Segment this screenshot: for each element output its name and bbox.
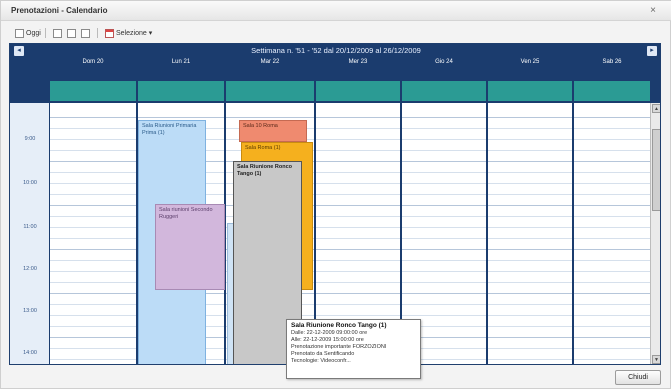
today-label: Oggi [26,29,41,37]
calendar-day-icon [15,28,24,38]
week-view-button[interactable] [67,27,78,39]
tooltip-line: Dalle: 22-12-2009 09:00:00 ore [291,330,368,336]
selection-dropdown[interactable]: Selezione ▾ [105,27,152,39]
all-day-cell[interactable] [488,81,572,101]
calendar-navbar: Settimana n. '51 - '52 dal 20/12/2009 al… [10,44,660,58]
calendar-window: Prenotazioni - Calendario × Oggi Selezio… [0,0,671,389]
all-day-cell[interactable] [574,81,650,101]
week-view-icon [67,28,76,38]
event-label: Sala 10 Roma [243,123,278,129]
day-header-sat[interactable]: Sab 26 [574,59,650,65]
close-icon[interactable]: × [646,4,660,17]
day-header-tue[interactable]: Mar 22 [226,59,314,65]
toolbar-separator [45,28,46,38]
month-view-button[interactable] [81,27,92,39]
tooltip-line: Alle: 22-12-2009 15:00:00 ore [291,337,364,343]
day-view-icon [53,28,62,38]
event-sala-10-roma[interactable]: Sala 10 Roma [239,120,307,142]
vertical-scrollbar[interactable]: ▲ ▼ [650,103,660,364]
time-label: 13:00 [23,308,37,314]
event-label: Sala Riunioni Primaria Prima (1) [142,123,197,136]
day-header-mon[interactable]: Lun 21 [138,59,224,65]
day-header-wed[interactable]: Mer 23 [316,59,400,65]
event-tooltip: Sala Riunione Ronco Tango (1) Dalle: 22-… [286,319,421,379]
scroll-down-arrow[interactable]: ▼ [652,355,660,364]
time-label: 14:00 [23,350,37,356]
day-divider [572,103,574,364]
scroll-thumb[interactable] [652,129,660,211]
event-label: Sala Roma (1) [245,145,281,151]
tooltip-line: Tecnologie: Videoconfr... [291,358,351,364]
month-view-icon [81,28,90,38]
event-label: Sala Riunione Ronco Tango (1) [237,164,293,177]
all-day-cell[interactable] [50,81,136,101]
week-range-title: Settimana n. '51 - '52 dal 20/12/2009 al… [251,46,421,55]
time-label: 12:00 [23,266,37,272]
tooltip-title: Sala Riunione Ronco Tango (1) [291,322,387,329]
time-label: 11:00 [23,224,37,230]
event-label: Sala riunioni Secondo Ruggeri [159,207,213,220]
all-day-cell[interactable] [316,81,400,101]
day-header-thu[interactable]: Gio 24 [402,59,486,65]
tooltip-line: Prenotato da Sentificando [291,351,355,357]
all-day-cell[interactable] [138,81,224,101]
title-bar: Prenotazioni - Calendario × [1,1,671,21]
all-day-cell[interactable] [402,81,486,101]
all-day-cell[interactable] [226,81,314,101]
day-view-button[interactable] [53,27,64,39]
next-week-button[interactable]: ▸ [647,46,657,56]
selection-label: Selezione ▾ [116,30,153,37]
day-header-fri[interactable]: Ven 25 [488,59,572,65]
close-button[interactable]: Chiudi [615,370,661,385]
window-title: Prenotazioni - Calendario [11,6,108,15]
event-sala-riunioni-secondo[interactable]: Sala riunioni Secondo Ruggeri [155,204,225,290]
tooltip-line: Prenotazione importante FORZOZIONI [291,344,387,350]
scroll-up-arrow[interactable]: ▲ [652,104,660,113]
time-label: 9:00 [24,136,36,142]
calendar-icon [105,28,114,38]
toolbar-separator [97,28,98,38]
day-header-sun[interactable]: Dom 20 [50,59,136,65]
day-header-row: Dom 20 Lun 21 Mar 22 Mer 23 Gio 24 Ven 2… [10,58,660,69]
prev-week-button[interactable]: ◂ [14,46,24,56]
time-column: 9:00 10:00 11:00 12:00 13:00 14:00 [10,103,50,364]
day-divider [486,103,488,364]
toolbar: Oggi Selezione ▾ [1,25,671,41]
all-day-row [10,69,660,103]
week-calendar: Settimana n. '51 - '52 dal 20/12/2009 al… [9,43,661,365]
today-button[interactable]: Oggi [15,27,41,39]
grid-line [50,117,650,118]
time-label: 10:00 [23,180,37,186]
